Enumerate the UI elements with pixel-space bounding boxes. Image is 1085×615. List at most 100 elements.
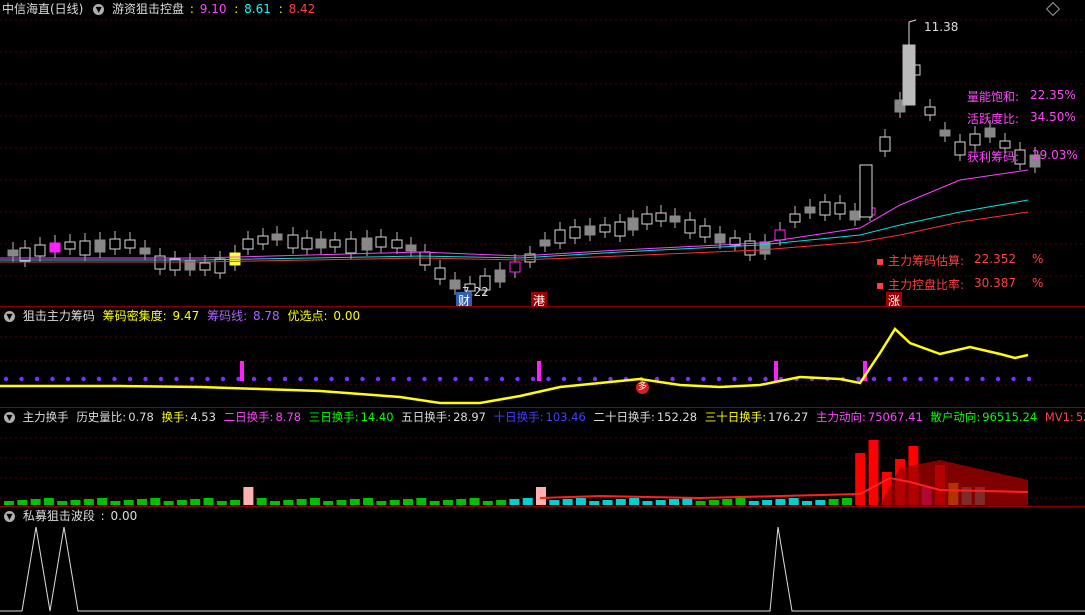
candle-body [569,226,581,239]
candle-body [315,238,327,249]
stat-value: 34.50% [1030,110,1076,124]
turnover-bar [163,501,174,505]
candle-body [849,210,861,221]
turnover-bar [110,501,121,505]
candle-body [554,229,566,244]
chip-dot [964,376,970,382]
chip-dot [189,376,195,382]
item-value: 75067.41 [867,410,923,424]
candle-body [34,244,46,257]
turnover-bar [575,498,586,505]
wave-panel-header: ▼ 私募狙击波段 : 0.00 [2,507,141,525]
turnover-bar [509,499,520,505]
candle-body [19,247,31,262]
turnover-bar [841,498,852,505]
chip-unit: % [1032,252,1044,266]
candle-body [329,239,341,248]
candle-body [109,238,121,250]
candle-body [669,215,681,223]
candle-body [614,221,626,237]
candle-body [819,201,831,216]
turnover-bar [802,501,812,505]
price-panel-header: 中信海直(日线) ▼ 游资狙击控盘 : 9.10 : 8.61 : 8.42 [2,0,319,18]
chip-dot [763,376,768,382]
candle-body [999,140,1011,149]
chip-dot [282,376,288,382]
signal-marker: 多 [636,381,649,394]
chip-dot [701,376,706,382]
event-tag[interactable]: 港 [531,292,548,306]
chevron-down-icon[interactable]: ▼ [4,311,15,322]
turnover-bar [722,499,733,505]
candle-body [655,212,667,222]
turnover-bar [4,501,14,505]
price-panel[interactable]: 中信海直(日线) ▼ 游资狙击控盘 : 9.10 : 8.61 : 8.42 1… [0,0,1085,306]
candle-body [64,241,76,250]
chip-dot [1026,376,1032,382]
ma3-value: 8.42 [288,2,316,16]
stat-value: 22.35% [1030,88,1076,102]
signal-bar [537,361,541,381]
chip-dot [949,376,954,382]
chip-panel[interactable]: ▼ 狙击主力筹码 筹码密集度: 9.47 筹码线: 8.78 优选点: 0.00… [0,307,1085,407]
turnover-bar [695,501,706,505]
chevron-down-icon[interactable]: ▼ [4,412,15,423]
turnover-bar [57,501,68,505]
chip-unit: % [1032,276,1044,290]
chip-label-text: 主力筹码估算: [887,254,964,268]
turnover-bar [349,499,360,505]
candle-body [774,229,786,241]
turnover-bar [323,501,334,505]
wave-panel[interactable]: ▼ 私募狙击波段 : 0.00 [0,507,1085,615]
chip-dot [577,376,582,382]
chip-dot [313,376,319,382]
candle-body [242,238,254,250]
turnover-bar [403,499,413,505]
turnover-bar [256,498,267,505]
turnover-panel[interactable]: ▼ 主力换手 历史量比: 0.78 换手: 4.53 二日换手: 8.78 三日换手:… [0,408,1085,506]
wave-chart[interactable] [0,507,1085,615]
item-value: 9.47 [172,309,200,323]
item-label: 三日换手: [308,410,359,424]
value-sep: : [278,2,283,16]
candle-body [859,164,873,218]
chip-dot [329,376,334,382]
chip-dot [499,376,505,382]
chevron-down-icon[interactable]: ▼ [4,511,15,522]
event-tag[interactable]: 涨 [886,292,903,306]
event-tag[interactable]: 财 [456,292,473,306]
chip-dot [716,376,722,382]
turnover-bar [309,498,320,505]
turnover-bar [748,501,759,505]
chevron-down-icon[interactable]: ▼ [93,4,105,15]
candle-body [714,233,726,244]
turnover-bar [442,500,453,505]
candle-body [79,240,91,256]
turnover-bar [270,501,280,505]
stat-value: 29.03% [1032,148,1078,162]
item-label: 二十日换手: [593,410,655,424]
turnover-panel-header: ▼ 主力换手 历史量比: 0.78 换手: 4.53 二日换手: 8.78 三日换手:… [2,408,1085,426]
chip-dot [437,376,443,382]
chip-dot [298,376,303,382]
chip-dot [670,376,675,382]
chip-label-text: 主力控盘比率: [887,278,964,292]
turnover-bar [735,498,746,505]
turnover-bar [203,498,214,505]
item-label: 五日换手: [401,410,452,424]
item-value: 523991 [1075,410,1085,424]
item-label: 十日换手: [493,410,544,424]
indicator-name: 狙击主力筹码 [22,309,95,323]
chip-dot [3,376,9,382]
item-label: 筹码线: [207,309,248,323]
turnover-bar [336,500,347,505]
candle-body [287,234,299,249]
candle-body [49,242,61,253]
turnover-bar [615,499,626,505]
candle-body [405,244,417,252]
candle-body [361,237,373,251]
ma1-value: 9.10 [199,2,227,16]
candle-body [301,237,313,250]
candle-body [345,238,357,254]
candle-body [169,258,181,271]
